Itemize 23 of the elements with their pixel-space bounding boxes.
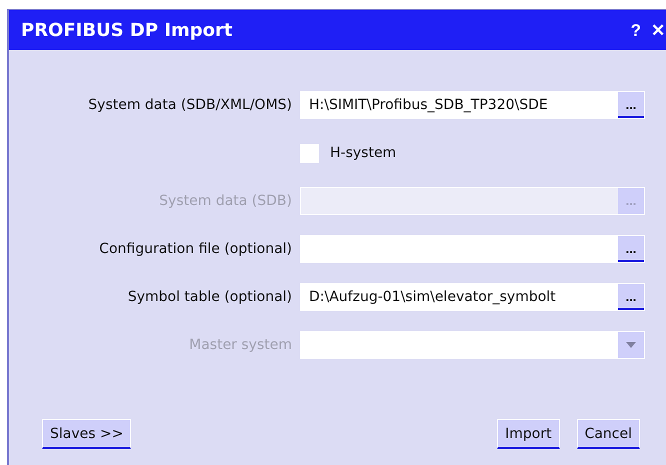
close-button[interactable]: ✕: [650, 22, 666, 38]
field-value: D:\Aufzug-01\sim\elevator_symbolt: [308, 289, 557, 305]
browse-button[interactable]: ...: [618, 236, 644, 262]
dropdown[interactable]: [300, 331, 645, 359]
dialog-button[interactable]: Import: [497, 419, 560, 449]
path-field[interactable]: ...: [300, 235, 645, 263]
path-field[interactable]: H:\SIMIT\Profibus_SDB_TP320\SDE ...: [300, 91, 645, 119]
browse-button[interactable]: ...: [618, 92, 644, 118]
checkbox-label: H-system: [330, 145, 396, 161]
checkbox[interactable]: [300, 144, 319, 162]
dialog-button[interactable]: Cancel: [576, 419, 640, 449]
field-label: System data (SDB/XML/OMS): [87, 97, 293, 113]
field-label: System data (SDB): [158, 193, 293, 209]
help-button[interactable]: ?: [630, 22, 642, 38]
window-title: PROFIBUS DP Import: [21, 20, 234, 40]
field-label: Symbol table (optional): [126, 289, 293, 305]
path-field[interactable]: D:\Aufzug-01\sim\elevator_symbolt ...: [300, 283, 645, 311]
browse-button[interactable]: ...: [618, 284, 644, 310]
slaves-button[interactable]: Slaves >>: [42, 419, 132, 449]
field-label: Master system: [188, 337, 293, 353]
field-label: Configuration file (optional): [98, 241, 293, 257]
field-value: H:\SIMIT\Profibus_SDB_TP320\SDE: [308, 97, 549, 113]
caret-icon: [626, 342, 636, 348]
